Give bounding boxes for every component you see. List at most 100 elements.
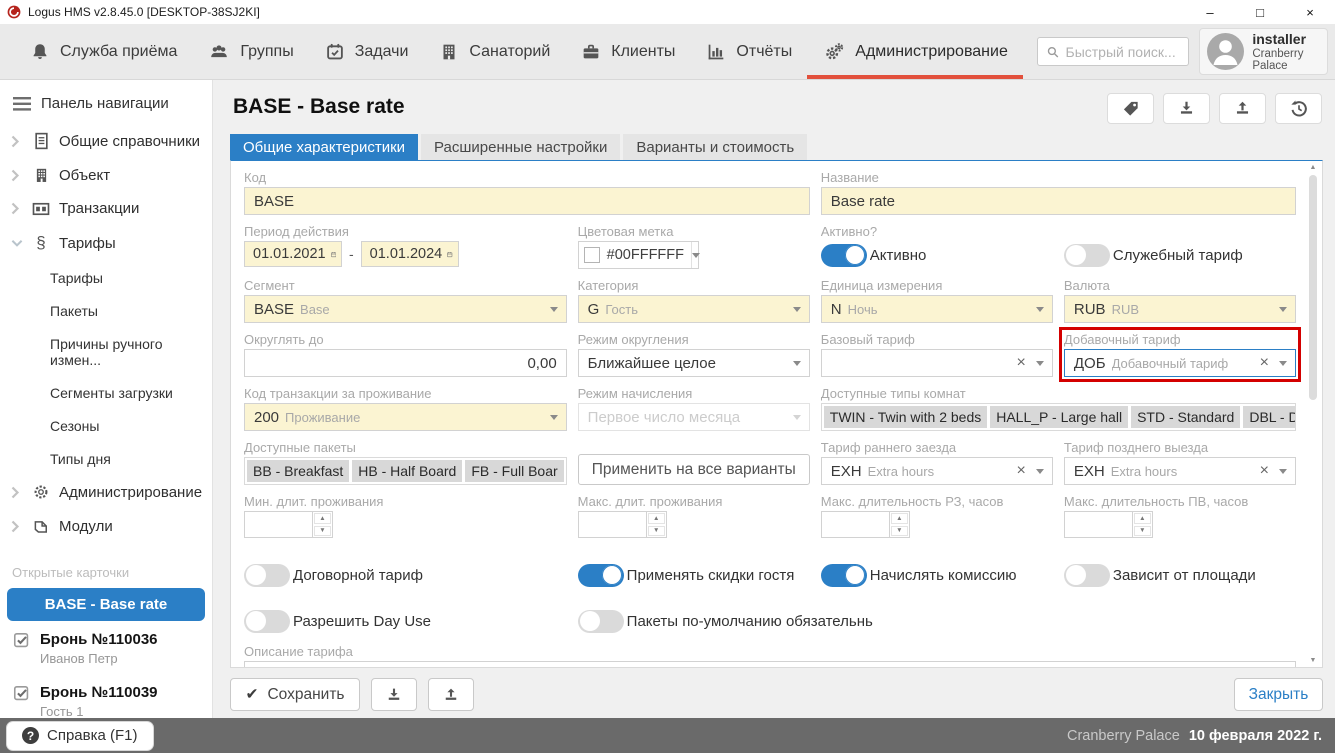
open-card-booking-110036[interactable]: Бронь №110036 Иванов Петр <box>0 621 212 666</box>
stay-transaction-select[interactable]: 200 Проживание <box>244 403 567 431</box>
spin-up-icon[interactable]: ▲ <box>1134 513 1151 524</box>
contract-tariff-toggle[interactable] <box>244 564 290 587</box>
sidebar-item-modules[interactable]: Модули <box>0 509 212 543</box>
sidebar-item-administration[interactable]: Администрирование <box>0 475 212 509</box>
period-from-input[interactable]: 01.01.2021 <box>244 241 342 267</box>
room-types-input[interactable]: TWIN - Twin with 2 beds HALL_P - Large h… <box>821 403 1296 431</box>
tab-general[interactable]: Общие характеристики <box>230 134 418 160</box>
code-input[interactable]: BASE <box>244 187 810 215</box>
extra-tariff-select[interactable]: ДОБ Добавочный тариф × <box>1064 349 1296 377</box>
spin-down-icon[interactable]: ▼ <box>891 526 908 537</box>
round-mode-select[interactable]: Ближайшее целое <box>578 349 810 377</box>
dropdown-arrow-icon[interactable] <box>1031 361 1049 366</box>
spin-down-icon[interactable]: ▼ <box>1134 526 1151 537</box>
history-button[interactable] <box>1275 93 1322 124</box>
package-chip[interactable]: BB - Breakfast <box>247 460 349 482</box>
tag-button[interactable] <box>1107 93 1154 124</box>
sidebar-item-day-types[interactable]: Типы дня <box>0 442 212 475</box>
close-window-button[interactable]: × <box>1285 0 1335 24</box>
export-footer-button[interactable] <box>428 678 474 711</box>
save-button[interactable]: ✔ Сохранить <box>230 678 360 711</box>
search-input[interactable] <box>1066 44 1181 60</box>
sidebar-item-packages[interactable]: Пакеты <box>0 294 212 327</box>
user-card[interactable]: installer Cranberry Palace <box>1199 28 1328 75</box>
name-input[interactable]: Base rate <box>821 187 1296 215</box>
dropdown-arrow-icon[interactable] <box>545 307 563 312</box>
package-chip[interactable]: FB - Full Boar <box>465 460 563 482</box>
currency-select[interactable]: RUB RUB <box>1064 295 1296 323</box>
day-use-toggle[interactable] <box>244 610 290 633</box>
room-type-chip[interactable]: HALL_P - Large hall <box>990 406 1128 428</box>
dropdown-arrow-icon[interactable] <box>1274 361 1292 366</box>
clear-icon[interactable]: × <box>1012 462 1031 480</box>
import-footer-button[interactable] <box>371 678 417 711</box>
dropdown-arrow-icon[interactable] <box>1031 307 1049 312</box>
min-stay-spinner[interactable]: ▲▼ <box>244 511 333 538</box>
nav-clients[interactable]: Клиенты <box>565 24 690 79</box>
quick-search[interactable] <box>1037 37 1190 66</box>
area-dependent-toggle[interactable] <box>1064 564 1110 587</box>
nav-tasks[interactable]: Задачи <box>309 24 424 79</box>
room-type-chip[interactable]: DBL - Double with sing <box>1243 406 1296 428</box>
spin-up-icon[interactable]: ▲ <box>314 513 331 524</box>
sidebar-item-references[interactable]: Общие справочники <box>0 124 212 158</box>
sidebar-item-transactions[interactable]: Транзакции <box>0 192 212 225</box>
maximize-button[interactable]: □ <box>1235 0 1285 24</box>
dropdown-arrow-icon[interactable] <box>788 361 806 366</box>
help-button[interactable]: ? Справка (F1) <box>6 721 154 751</box>
clear-icon[interactable]: × <box>1012 354 1031 372</box>
segment-select[interactable]: BASE Base <box>244 295 567 323</box>
clear-icon[interactable]: × <box>1255 462 1274 480</box>
service-tariff-toggle[interactable] <box>1064 244 1110 267</box>
sidebar-item-tariffs[interactable]: § Тарифы <box>0 225 212 261</box>
apply-all-variants-button[interactable]: Применить на все варианты <box>578 454 810 485</box>
commission-toggle[interactable] <box>821 564 867 587</box>
color-mark-select[interactable]: #00FFFFFF <box>578 241 699 269</box>
minimize-button[interactable]: – <box>1185 0 1235 24</box>
spin-down-icon[interactable]: ▼ <box>648 526 665 537</box>
sidebar-item-manual-change-reasons[interactable]: Причины ручного измен... <box>0 327 212 376</box>
dropdown-arrow-icon[interactable] <box>545 415 563 420</box>
nav-sanatorium[interactable]: Санаторий <box>423 24 565 79</box>
tab-advanced[interactable]: Расширенные настройки <box>421 134 620 160</box>
dropdown-arrow-icon[interactable] <box>1031 469 1049 474</box>
scroll-up-icon[interactable]: ▲ <box>1310 164 1317 171</box>
dropdown-arrow-icon[interactable] <box>1274 469 1292 474</box>
package-chip[interactable]: HB - Half Board <box>352 460 462 482</box>
export-button[interactable] <box>1219 93 1266 124</box>
close-button[interactable]: Закрыть <box>1234 678 1323 711</box>
sidebar-title[interactable]: Панель навигации <box>0 80 212 124</box>
clear-icon[interactable]: × <box>1255 354 1274 372</box>
sidebar-item-seasons[interactable]: Сезоны <box>0 409 212 442</box>
dropdown-arrow-icon[interactable] <box>788 307 806 312</box>
open-card-base-rate[interactable]: BASE - Base rate <box>7 588 205 621</box>
vertical-scrollbar[interactable]: ▲ ▼ <box>1306 164 1320 664</box>
sidebar-item-load-segments[interactable]: Сегменты загрузки <box>0 376 212 409</box>
import-button[interactable] <box>1163 93 1210 124</box>
room-type-chip[interactable]: STD - Standard <box>1131 406 1240 428</box>
early-checkin-select[interactable]: EXH Extra hours × <box>821 457 1053 485</box>
guest-discounts-toggle[interactable] <box>578 564 624 587</box>
base-tariff-select[interactable]: × <box>821 349 1053 377</box>
default-packages-toggle[interactable] <box>578 610 624 633</box>
sidebar-item-tariffs-list[interactable]: Тарифы <box>0 261 212 294</box>
sidebar-item-object[interactable]: Объект <box>0 158 212 192</box>
nav-front-desk[interactable]: Служба приёма <box>14 24 192 79</box>
max-early-hours-spinner[interactable]: ▲▼ <box>821 511 910 538</box>
spin-up-icon[interactable]: ▲ <box>891 513 908 524</box>
max-late-hours-spinner[interactable]: ▲▼ <box>1064 511 1153 538</box>
packages-input[interactable]: BB - Breakfast HB - Half Board FB - Full… <box>244 457 567 485</box>
open-card-booking-110039[interactable]: Бронь №110039 Гость 1 <box>0 674 212 718</box>
nav-reports[interactable]: Отчёты <box>690 24 807 79</box>
late-checkout-select[interactable]: EXH Extra hours × <box>1064 457 1296 485</box>
nav-administration[interactable]: Администрирование <box>807 24 1023 79</box>
dropdown-arrow-icon[interactable] <box>1274 307 1292 312</box>
max-stay-spinner[interactable]: ▲▼ <box>578 511 667 538</box>
description-textarea[interactable] <box>244 661 1296 668</box>
tab-variants[interactable]: Варианты и стоимость <box>623 134 807 160</box>
dropdown-arrow-icon[interactable] <box>691 242 700 268</box>
period-to-input[interactable]: 01.01.2024 <box>361 241 459 267</box>
spin-up-icon[interactable]: ▲ <box>648 513 665 524</box>
active-toggle[interactable] <box>821 244 867 267</box>
scrollbar-thumb[interactable] <box>1309 175 1317 400</box>
